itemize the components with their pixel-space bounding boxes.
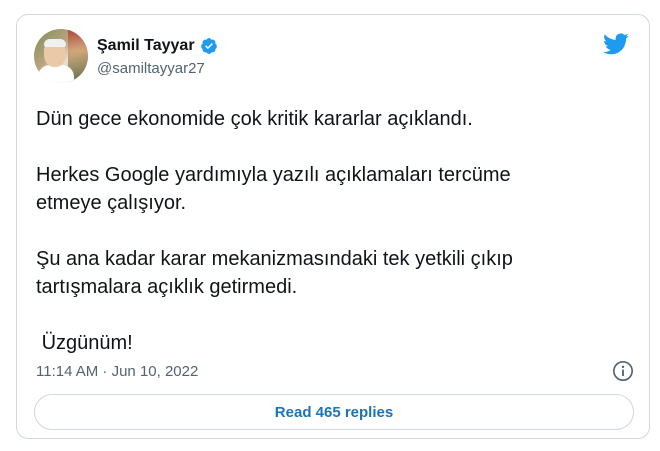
tweet-card: Şamil Tayyar @samiltayyar27 Dün gece eko…: [16, 14, 650, 439]
author-name[interactable]: Şamil Tayyar: [97, 37, 195, 55]
tweet-text: Dün gece ekonomide çok kritik kararlar a…: [36, 105, 626, 385]
twitter-bird-icon[interactable]: [603, 33, 629, 55]
tweet-meta-row: 11:14 AM · Jun 10, 2022: [36, 360, 634, 382]
avatar-body: [38, 65, 74, 83]
tweet-paragraph: Herkes Google yardımıyla yazılı açıklama…: [36, 164, 517, 214]
tweet-paragraph: Dün gece ekonomide çok kritik kararlar a…: [36, 108, 473, 130]
read-replies-button[interactable]: Read 465 replies: [34, 394, 634, 430]
avatar[interactable]: [34, 29, 88, 83]
author-handle[interactable]: @samiltayyar27: [97, 60, 205, 77]
author-name-row: Şamil Tayyar: [97, 37, 218, 55]
tweet-paragraph: Şu ana kadar karar mekanizmasındaki tek …: [36, 248, 519, 298]
avatar-hair: [44, 39, 66, 47]
tweet-timestamp[interactable]: 11:14 AM · Jun 10, 2022: [36, 363, 198, 380]
verified-badge-icon: [200, 38, 217, 54]
tweet-paragraph: Üzgünüm!: [36, 332, 133, 354]
info-icon[interactable]: [612, 360, 634, 382]
